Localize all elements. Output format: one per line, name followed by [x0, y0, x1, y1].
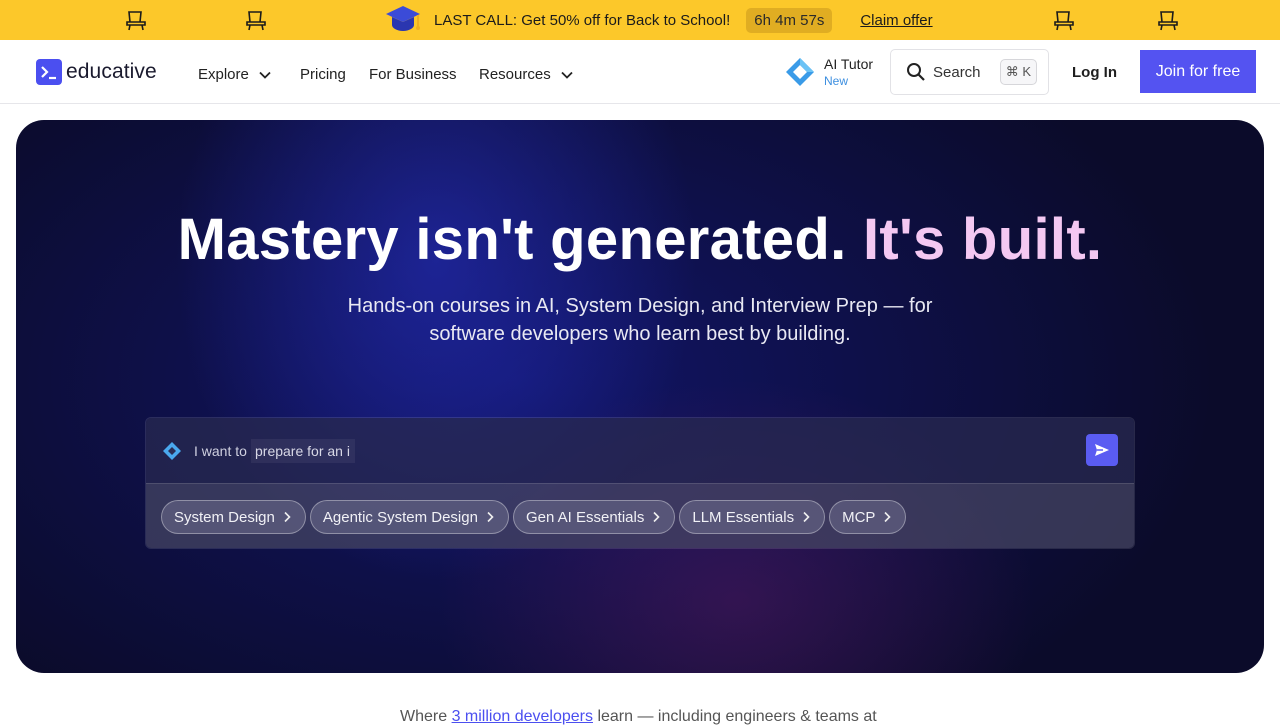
chevron-right-icon	[884, 511, 892, 523]
chip-llm-essentials[interactable]: LLM Essentials	[679, 500, 826, 534]
hero-title-main: Mastery isn't generated.	[177, 207, 847, 272]
chip-gen-ai-essentials[interactable]: Gen AI Essentials	[512, 500, 676, 534]
social-proof-text: Where 3 million developers learn — inclu…	[400, 708, 877, 726]
developers-count-link[interactable]: 3 million developers	[452, 708, 593, 725]
nav-pricing[interactable]: Pricing	[300, 66, 346, 83]
chevron-down-icon	[259, 71, 271, 79]
chip-label: Agentic System Design	[322, 508, 478, 526]
search-shortcut: ⌘ K	[999, 59, 1037, 85]
chevron-right-icon	[284, 511, 291, 523]
nav-resources-label: Resources	[479, 66, 551, 83]
search-button[interactable]: Search ⌘ K	[890, 49, 1049, 95]
chip-label: MCP	[842, 508, 876, 526]
search-icon	[907, 63, 925, 81]
promo-content: LAST CALL: Get 50% off for Back to Schoo…	[384, 0, 933, 40]
nav-for-business-label: For Business	[369, 66, 457, 83]
join-for-free-button[interactable]: Join for free	[1140, 50, 1256, 93]
social-proof-before: Where	[400, 708, 448, 725]
chair-icon	[126, 11, 146, 31]
ai-diamond-icon	[163, 442, 181, 460]
chair-icon	[1054, 11, 1074, 31]
ai-tutor-badge: New	[824, 74, 849, 88]
chip-mcp[interactable]: MCP	[829, 500, 907, 534]
ai-prompt-box: I want to System Design Agentic System D…	[145, 417, 1135, 549]
prompt-input[interactable]	[251, 439, 355, 463]
chevron-right-icon	[653, 511, 660, 523]
prompt-input-row: I want to	[146, 418, 1134, 483]
logo-text: educative	[66, 60, 157, 83]
promo-text: LAST CALL: Get 50% off for Back to Schoo…	[434, 11, 731, 29]
social-proof-after: learn — including engineers & teams at	[597, 708, 877, 725]
nav-pricing-label: Pricing	[300, 66, 346, 83]
suggestion-chips-row: System Design Agentic System Design Gen …	[146, 483, 1134, 548]
search-label: Search	[933, 63, 981, 81]
nav-explore[interactable]: Explore	[198, 66, 272, 83]
prompt-prefix: I want to	[194, 443, 247, 459]
nav-for-business[interactable]: For Business	[369, 66, 457, 83]
hero-title-accent: It's built.	[862, 207, 1103, 272]
chair-icon	[1158, 11, 1178, 31]
ai-tutor-button[interactable]: AI Tutor New	[784, 56, 873, 88]
chip-label: LLM Essentials	[692, 508, 795, 526]
hero-title: Mastery isn't generated. It's built.	[16, 206, 1264, 273]
login-button[interactable]: Log In	[1072, 64, 1117, 81]
chevron-down-icon	[561, 71, 573, 79]
logo[interactable]: educative	[36, 59, 157, 85]
claim-offer-link[interactable]: Claim offer	[860, 12, 932, 29]
chip-system-design[interactable]: System Design	[161, 500, 306, 534]
promo-banner: LAST CALL: Get 50% off for Back to Schoo…	[0, 0, 1280, 40]
chair-icon	[246, 11, 266, 31]
send-icon	[1095, 444, 1109, 456]
chevron-right-icon	[487, 511, 494, 523]
hero-subtitle: Hands-on courses in AI, System Design, a…	[347, 295, 933, 345]
chevron-right-icon	[803, 511, 810, 523]
ai-diamond-icon	[786, 58, 814, 86]
chip-label: System Design	[174, 508, 275, 526]
nav-explore-label: Explore	[198, 66, 249, 83]
ai-tutor-label: AI Tutor	[824, 56, 874, 72]
countdown-timer: 6h 4m 57s	[746, 7, 833, 33]
logo-icon	[36, 59, 62, 85]
nav-resources[interactable]: Resources	[479, 66, 574, 83]
chip-label: Gen AI Essentials	[525, 508, 645, 526]
send-button[interactable]	[1086, 434, 1118, 466]
chip-agentic-system-design[interactable]: Agentic System Design	[309, 500, 509, 534]
hero-section: Mastery isn't generated. It's built. Han…	[16, 120, 1264, 673]
graduation-cap-icon	[386, 6, 420, 31]
